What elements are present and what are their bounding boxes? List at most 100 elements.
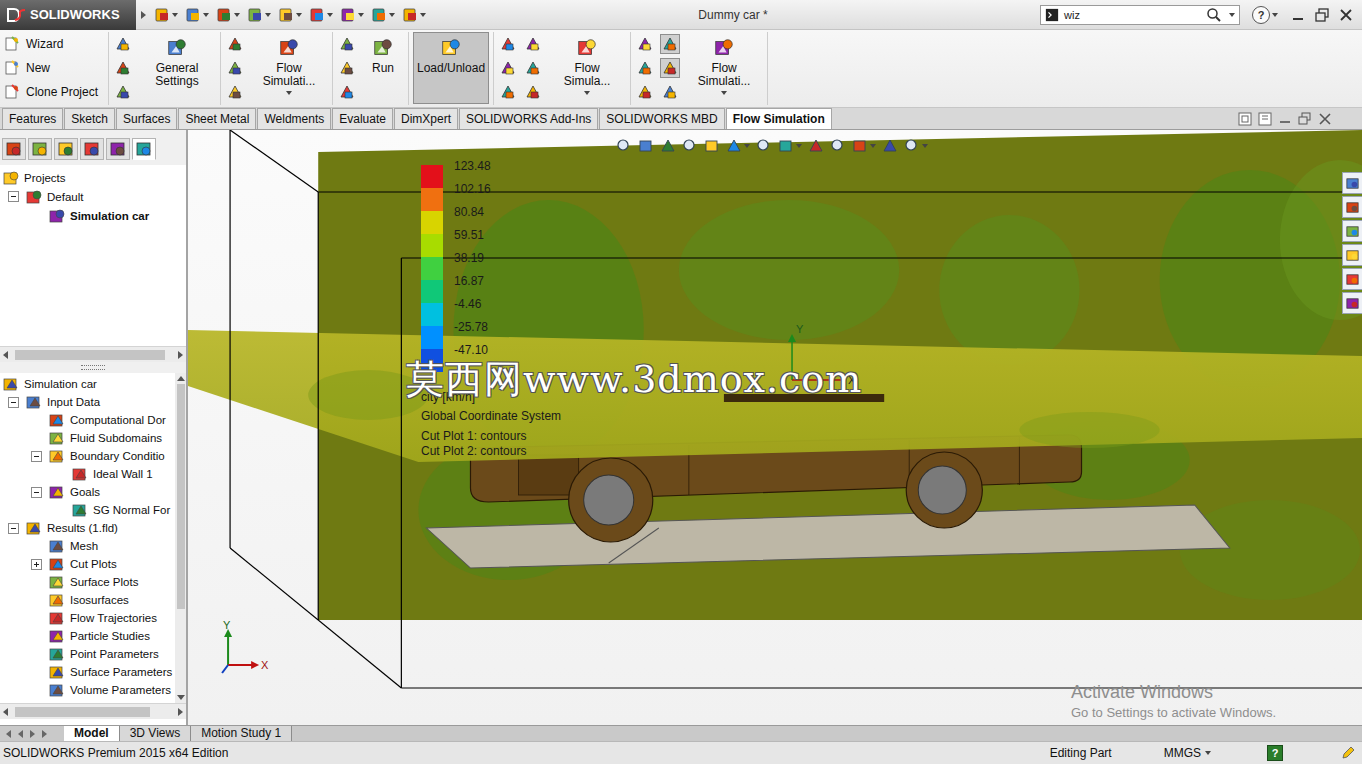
panel-tab[interactable] [28, 138, 52, 160]
quick-access-button[interactable] [402, 7, 426, 23]
tree-item[interactable]: Fluid Subdomains [0, 429, 175, 447]
last-tab-icon[interactable] [42, 730, 47, 738]
tool-button[interactable] [523, 34, 543, 54]
tree-item[interactable]: Cut Plots [0, 555, 175, 573]
tab[interactable]: SOLIDWORKS Add-Ins [459, 108, 598, 129]
view-tool-button[interactable] [726, 138, 750, 154]
tree-item[interactable]: Input Data [0, 393, 175, 411]
view-tool-button[interactable] [660, 138, 676, 154]
tab[interactable]: Features [2, 108, 63, 129]
menu-arrow-icon[interactable] [141, 11, 146, 19]
tool-button[interactable] [523, 58, 543, 78]
vertical-scrollbar[interactable] [175, 373, 186, 703]
quick-access-button[interactable] [247, 7, 271, 23]
view-tool-button[interactable] [904, 138, 928, 154]
tool-button[interactable] [337, 82, 357, 102]
expander-icon[interactable] [8, 397, 19, 408]
tree-item[interactable]: SG Normal For [0, 501, 175, 519]
task-pane-tab[interactable] [1342, 268, 1362, 290]
view-tool-button[interactable] [882, 138, 898, 154]
tree-item[interactable]: Flow Trajectories [0, 609, 175, 627]
view-tool-button[interactable] [704, 138, 720, 154]
view-tool-button[interactable] [808, 138, 824, 154]
unit-system[interactable]: MMGS [1164, 746, 1201, 760]
tree-item[interactable]: Particle Studies [0, 627, 175, 645]
scroll-thumb[interactable] [15, 350, 165, 360]
tree-item[interactable]: Goals [0, 483, 175, 501]
scroll-thumb[interactable] [177, 384, 185, 609]
horizontal-scrollbar[interactable] [0, 346, 186, 362]
tool-button[interactable] [498, 58, 518, 78]
quick-access-button[interactable] [309, 7, 333, 23]
tab[interactable]: Flow Simulation [726, 108, 832, 129]
tree-item[interactable]: Mesh [0, 537, 175, 555]
scroll-left-icon[interactable] [3, 351, 8, 359]
scroll-down-icon[interactable] [177, 695, 185, 700]
flow-simulation-scene[interactable]: YXYX [188, 130, 1362, 725]
panel-tab[interactable] [106, 138, 130, 160]
tree-item[interactable]: Computational Dor [0, 411, 175, 429]
expander-icon[interactable] [8, 523, 19, 534]
ribbon-button[interactable]: General Settings [138, 32, 216, 104]
tree-item[interactable]: Results (1.fld) [0, 519, 175, 537]
tool-button[interactable] [225, 34, 245, 54]
tree-item[interactable]: Ideal Wall 1 [0, 465, 175, 483]
expander-icon[interactable] [31, 451, 42, 462]
search-box[interactable]: wiz [1040, 5, 1240, 25]
tree-item[interactable]: Projects [0, 168, 186, 187]
help-button[interactable]: ? [1267, 745, 1283, 761]
tool-button[interactable] [337, 58, 357, 78]
command-button[interactable]: Wizard [4, 35, 104, 53]
tree-item[interactable]: Surface Parameters [0, 663, 175, 681]
tool-button[interactable] [225, 82, 245, 102]
view-tool-button[interactable] [852, 138, 876, 154]
ribbon-button[interactable]: Run [362, 32, 404, 104]
scroll-up-icon[interactable] [177, 376, 185, 381]
pane-splitter[interactable] [0, 362, 186, 373]
tool-button[interactable] [523, 82, 543, 102]
tree-item[interactable]: Point Parameters [0, 645, 175, 663]
tool-button[interactable] [660, 82, 680, 102]
quick-access-button[interactable] [371, 7, 395, 23]
help-button[interactable]: ? [1252, 6, 1270, 24]
view-tool-button[interactable] [638, 138, 654, 154]
tool-button[interactable] [113, 82, 133, 102]
tile-icon[interactable] [1238, 112, 1252, 126]
ribbon-button[interactable]: Flow Simula... [548, 32, 626, 104]
minimize-icon[interactable] [1290, 7, 1306, 23]
tree-item[interactable]: Isosurfaces [0, 591, 175, 609]
restore-icon[interactable] [1314, 7, 1330, 23]
close-icon[interactable] [1338, 7, 1354, 23]
quick-access-button[interactable] [340, 7, 364, 23]
quick-access-button[interactable] [278, 7, 302, 23]
command-button[interactable]: Clone Project [4, 83, 104, 101]
dropdown-caret-icon[interactable] [1229, 13, 1235, 17]
tool-button[interactable] [337, 34, 357, 54]
scroll-right-icon[interactable] [178, 708, 183, 716]
horizontal-scrollbar[interactable] [0, 703, 186, 719]
expander-icon[interactable] [31, 487, 42, 498]
task-pane-tab[interactable] [1342, 292, 1362, 314]
task-pane-tab[interactable] [1342, 172, 1362, 194]
tool-button[interactable] [225, 58, 245, 78]
panel-tab[interactable] [80, 138, 104, 160]
magnifier-icon[interactable] [1206, 7, 1222, 23]
tree-item[interactable]: Default [0, 187, 186, 206]
tab[interactable]: DimXpert [394, 108, 458, 129]
view-tool-button[interactable] [616, 138, 632, 154]
tree-item[interactable]: Surface Plots [0, 573, 175, 591]
tree-item[interactable]: Simulation car [0, 206, 186, 225]
task-pane-tab[interactable] [1342, 244, 1362, 266]
command-button[interactable]: New [4, 59, 104, 77]
bottom-tab[interactable]: 3D Views [120, 726, 191, 741]
ribbon-button[interactable]: Load/Unload [413, 32, 489, 104]
tab[interactable]: Sheet Metal [178, 108, 256, 129]
tool-button[interactable] [635, 58, 655, 78]
first-tab-icon[interactable] [6, 730, 11, 738]
tab[interactable]: Surfaces [116, 108, 177, 129]
view-tool-button[interactable] [682, 138, 698, 154]
view-tool-button[interactable] [830, 138, 846, 154]
view-tool-button[interactable] [778, 138, 802, 154]
bottom-tab[interactable]: Model [64, 726, 120, 741]
tool-button[interactable] [635, 82, 655, 102]
